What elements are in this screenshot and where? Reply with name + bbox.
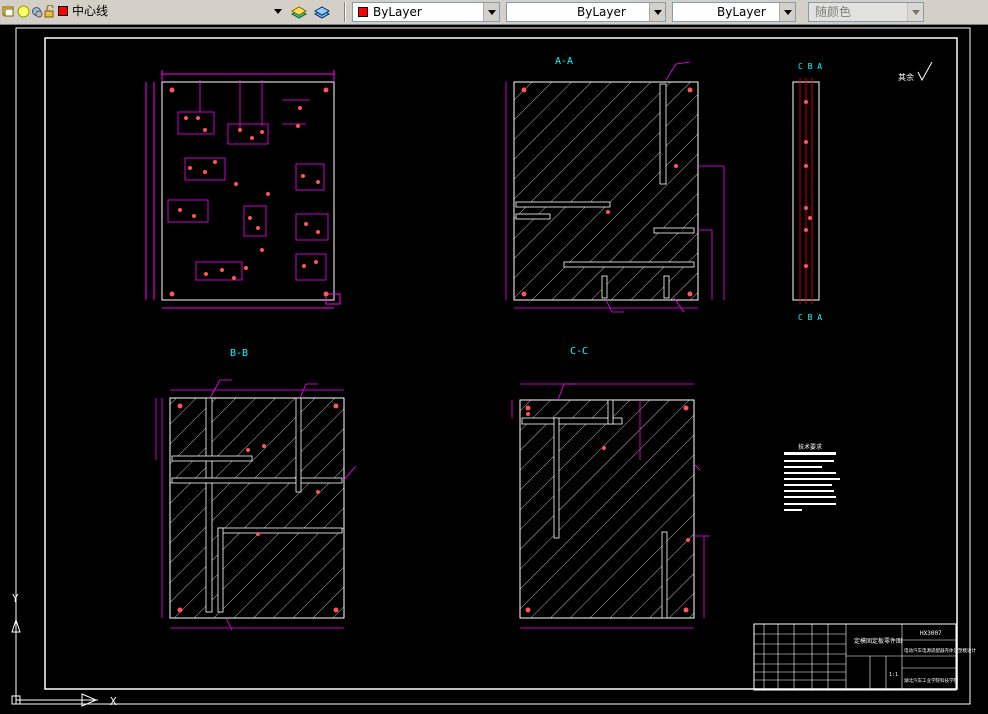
chevron-down-icon[interactable] [779,3,795,21]
ucs-icon: Y X [11,592,117,708]
color-control-dropdown[interactable]: ByLayer [352,2,500,22]
layer-name: 中心线 [72,4,109,18]
paper-border [15,27,971,705]
svg-text:C B A: C B A [798,62,822,71]
lineweight-control-dropdown[interactable]: ByLayer [672,2,796,22]
chevron-down-icon[interactable] [483,3,499,21]
svg-text:电动汽车电源适配器壳体注塑模设计: 电动汽车电源适配器壳体注塑模设计 [904,647,976,654]
drawing-canvas[interactable]: A-A C B A C B A 其余 B-B C-C 技术要求 定模固定板零件图… [0,25,988,710]
section-label-c: C-C [570,346,588,357]
svg-text:C B A: C B A [798,313,822,322]
section-b-view [155,379,357,631]
sun-icon[interactable] [30,5,43,18]
section-a-view [505,61,725,313]
plotstyle-value: 随颜色 [815,5,852,19]
svg-text:定模固定板零件图: 定模固定板零件图 [854,637,902,645]
chevron-down-icon[interactable] [649,3,665,21]
layer-dropdown[interactable]: 中心线 [56,2,286,22]
layer-manager-icon[interactable] [2,5,15,18]
layer-previous-icon[interactable] [313,4,331,20]
plan-view [145,70,341,309]
linetype-value: ByLayer [577,5,626,19]
roughness-symbol: 其余 [898,61,933,82]
section-c-view [511,383,710,629]
color-value: ByLayer [373,5,422,19]
chevron-down-icon[interactable] [270,2,286,20]
toolbar-separator [344,2,346,22]
svg-text:X: X [110,695,117,708]
svg-text:1:1: 1:1 [889,672,898,678]
linetype-control-dropdown[interactable]: ByLayer [506,2,666,22]
drawing-sheet: A-A C B A C B A 其余 B-B C-C 技术要求 定模固定板零件图… [11,27,976,708]
svg-text:HX3007: HX3007 [920,630,942,637]
svg-text:技术要求: 技术要求 [798,443,822,451]
technical-requirements: 技术要求 [784,443,840,511]
side-view: C B A C B A [792,62,822,322]
svg-text:湖北汽车工业学院科技学院: 湖北汽车工业学院科技学院 [904,677,958,684]
lock-icon[interactable] [43,5,56,18]
lightbulb-icon[interactable] [17,5,30,18]
plotstyle-control-dropdown[interactable]: 随颜色 [808,2,924,22]
layers-toolbar: 中心线 ByLayer ByLayer ByLayer 随颜色 [0,0,988,25]
make-current-layer-icon[interactable] [290,4,308,20]
svg-text:Y: Y [12,592,19,605]
section-label-a: A-A [555,56,573,67]
color-swatch-icon [358,7,368,17]
lineweight-value: ByLayer [717,5,766,19]
svg-text:其余: 其余 [898,72,914,82]
title-block: 定模固定板零件图 HX3007 电动汽车电源适配器壳体注塑模设计 1:1 湖北汽… [753,623,976,691]
section-label-b: B-B [230,348,248,359]
chevron-down-icon[interactable] [907,3,923,21]
